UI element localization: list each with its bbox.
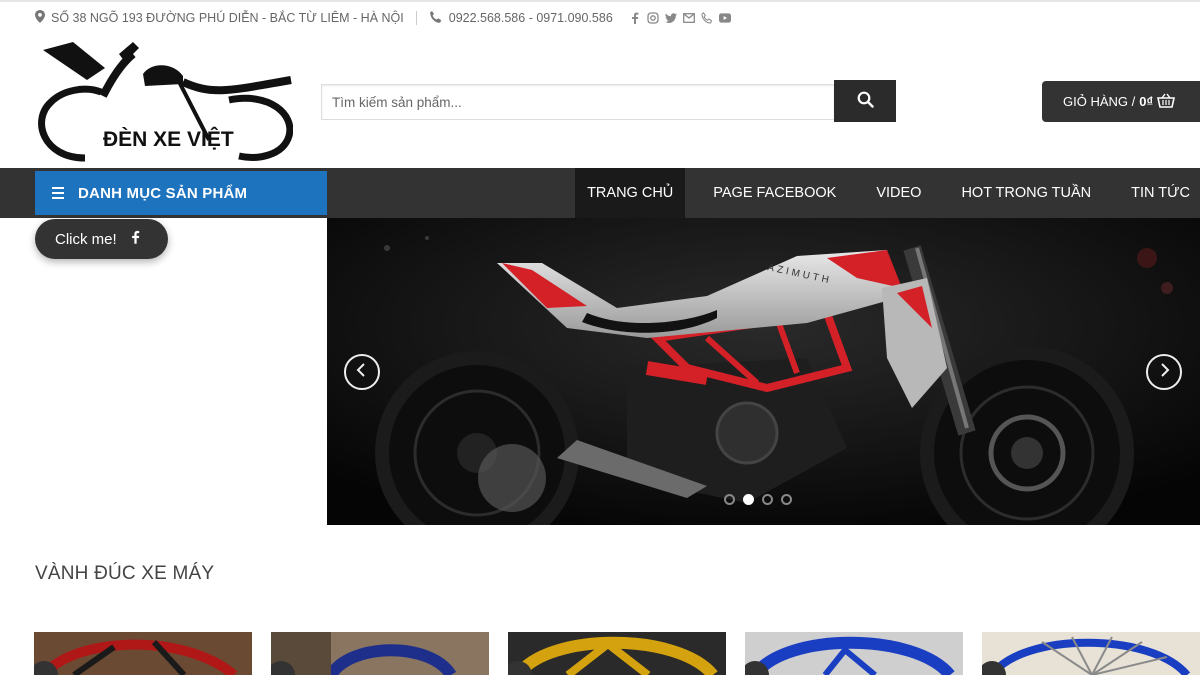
product-image [271,632,489,675]
logo-text: ĐÈN XE VIỆT [103,127,234,151]
slider-dot[interactable] [762,494,773,505]
product-image [34,632,252,675]
address-text: SỐ 38 NGÕ 193 ĐƯỜNG PHÚ DIỄN - BẮC TỪ LI… [51,11,404,25]
cart-label: GIỎ HÀNG / [1063,94,1136,109]
youtube-icon[interactable] [718,12,731,24]
chevron-left-icon [356,362,368,382]
search-button[interactable] [834,80,896,122]
nav-menu: TRANG CHỦ PAGE FACEBOOK VIDEO HOT TRONG … [575,168,1200,218]
product-card-2[interactable] [271,632,489,675]
click-me-label: Click me! [55,230,117,248]
email-icon[interactable] [682,12,695,24]
menu-icon [52,187,64,199]
cart-button[interactable]: GIỎ HÀNG / 0₫ [1042,81,1200,122]
phone-link[interactable]: 0922.568.586 - 0971.090.586 [429,10,613,27]
search-input[interactable] [321,84,834,120]
search-form [321,80,896,122]
top-bar: SỐ 38 NGÕ 193 ĐƯỜNG PHÚ DIỄN - BẮC TỪ LI… [0,0,1200,34]
basket-icon [1157,93,1176,111]
slider-dot[interactable] [724,494,735,505]
hero-slider[interactable]: AZIMUTH [327,218,1200,525]
phone-icon[interactable] [701,12,713,24]
nav-item-home[interactable]: TRANG CHỦ [575,168,686,218]
facebook-icon[interactable] [629,12,641,24]
product-card-5[interactable] [982,632,1200,675]
address: SỐ 38 NGÕ 193 ĐƯỜNG PHÚ DIỄN - BẮC TỪ LI… [35,10,404,26]
slider-dot[interactable] [781,494,792,505]
motorcycle-image: AZIMUTH [327,218,1200,525]
slider-prev-button[interactable] [344,354,380,390]
category-label: DANH MỤC SẢN PHẨM [78,184,248,202]
social-links [629,12,731,24]
twitter-icon[interactable] [664,12,677,24]
nav-item-video[interactable]: VIDEO [856,168,941,218]
chevron-right-icon [1158,362,1170,382]
nav-item-facebook[interactable]: PAGE FACEBOOK [693,168,856,218]
section-title: VÀNH ĐÚC XE MÁY [35,563,215,584]
product-card-4[interactable] [745,632,963,675]
main-nav: DANH MỤC SẢN PHẨM TRANG CHỦ PAGE FACEBOO… [0,168,1200,218]
search-icon [857,91,874,111]
product-card-3[interactable] [508,632,726,675]
map-marker-icon [35,10,45,26]
nav-item-news[interactable]: TIN TỨC [1111,168,1200,218]
slider-dots [724,494,792,505]
product-card-1[interactable] [34,632,252,675]
facebook-icon [131,229,140,249]
category-menu-button[interactable]: DANH MỤC SẢN PHẨM [35,171,327,215]
product-image [982,632,1200,675]
phone-text: 0922.568.586 - 0971.090.586 [448,11,613,25]
site-logo[interactable]: ĐÈN XE VIỆT [33,40,294,162]
slider-dot-active[interactable] [743,494,754,505]
nav-item-hot[interactable]: HOT TRONG TUẦN [941,168,1111,218]
slider-next-button[interactable] [1146,354,1182,390]
product-image [745,632,963,675]
instagram-icon[interactable] [647,12,659,24]
phone-icon [429,10,443,27]
divider [415,11,417,25]
cart-amount: 0₫ [1139,94,1154,109]
facebook-click-me-button[interactable]: Click me! [35,219,168,259]
product-row [34,632,1200,675]
product-image [508,632,726,675]
